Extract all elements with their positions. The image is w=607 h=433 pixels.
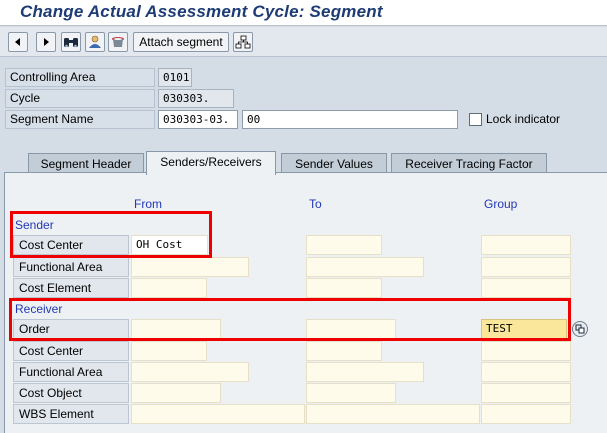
controlling-area-value: 0101	[158, 68, 192, 87]
find-button[interactable]	[61, 32, 81, 52]
triangle-left-icon	[15, 38, 20, 46]
sender-functional-area-to[interactable]	[306, 257, 424, 277]
person-button[interactable]	[85, 32, 105, 52]
application-toolbar: Attach segment	[0, 27, 607, 57]
segment-description-field[interactable]: 00	[242, 110, 458, 129]
sender-cost-center-to[interactable]	[306, 235, 382, 255]
sender-cost-element-label: Cost Element	[13, 278, 129, 298]
page-title: Change Actual Assessment Cycle: Segment	[20, 2, 383, 21]
receiver-wbs-element-group[interactable]	[481, 404, 571, 424]
previous-button[interactable]	[8, 32, 28, 52]
receiver-wbs-element-from[interactable]	[131, 404, 305, 424]
sender-functional-area-group[interactable]	[481, 257, 571, 277]
triangle-right-icon	[44, 38, 49, 46]
column-group: Group	[484, 197, 518, 211]
cycle-value: 030303.	[158, 89, 234, 108]
receiver-cost-center-to[interactable]	[306, 341, 382, 361]
binoculars-icon	[64, 38, 78, 48]
title-bar: Change Actual Assessment Cycle: Segment	[0, 0, 607, 26]
receiver-functional-area-to[interactable]	[306, 362, 424, 382]
segment-name-label: Segment Name	[5, 110, 155, 129]
receiver-cost-object-to[interactable]	[306, 383, 396, 403]
receiver-cost-center-from[interactable]	[131, 341, 207, 361]
receiver-highlight-box	[9, 298, 571, 341]
receiver-cost-object-from[interactable]	[131, 383, 221, 403]
receiver-cost-center-label: Cost Center	[13, 341, 129, 361]
sender-functional-area-from[interactable]	[131, 257, 249, 277]
attach-segment-button[interactable]: Attach segment	[133, 32, 229, 52]
controlling-area-label: Controlling Area	[5, 68, 155, 87]
column-to: To	[309, 197, 322, 211]
lock-indicator-label: Lock indicator	[486, 112, 561, 126]
hierarchy-icon	[235, 35, 251, 49]
receiver-cost-object-group[interactable]	[481, 383, 571, 403]
next-button[interactable]	[36, 32, 56, 52]
hierarchy-button[interactable]	[233, 32, 253, 52]
trash-icon	[112, 37, 124, 47]
sender-cost-element-from[interactable]	[131, 278, 207, 298]
sender-highlight-box	[10, 211, 212, 258]
column-from: From	[134, 197, 162, 211]
person-icon	[89, 35, 101, 48]
sender-functional-area-label: Functional Area	[13, 257, 129, 277]
receiver-functional-area-label: Functional Area	[13, 362, 129, 382]
receiver-cost-center-group[interactable]	[481, 341, 571, 361]
sender-cost-element-to[interactable]	[306, 278, 382, 298]
receiver-wbs-element-to[interactable]	[306, 404, 480, 424]
value-help-button[interactable]	[572, 321, 588, 337]
sender-cost-element-group[interactable]	[481, 278, 571, 298]
receiver-wbs-element-label: WBS Element	[13, 404, 129, 424]
receiver-cost-object-label: Cost Object	[13, 383, 129, 403]
lock-indicator-checkbox[interactable]	[469, 113, 482, 126]
value-help-icon	[575, 324, 585, 334]
receiver-functional-area-from[interactable]	[131, 362, 249, 382]
segment-name-field[interactable]: 030303-03.	[158, 110, 238, 129]
delete-button[interactable]	[108, 32, 128, 52]
receiver-functional-area-group[interactable]	[481, 362, 571, 382]
sender-cost-center-group[interactable]	[481, 235, 571, 255]
cycle-label: Cycle	[5, 89, 155, 108]
tab-senders-receivers[interactable]: Senders/Receivers	[146, 151, 276, 175]
